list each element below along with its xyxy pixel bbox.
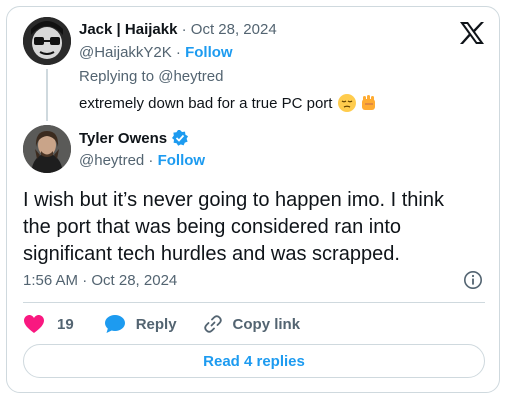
separator-dot: · bbox=[177, 21, 191, 38]
main-header: Tyler Owens bbox=[79, 129, 189, 147]
main-avatar[interactable] bbox=[23, 125, 71, 173]
flexed-hand-emoji bbox=[359, 93, 379, 113]
replying-to: Replying to @heytred bbox=[79, 68, 224, 85]
copy-link-label: Copy link bbox=[232, 315, 301, 333]
read-replies-label: Read 4 replies bbox=[203, 352, 305, 370]
copy-link-button[interactable]: Copy link bbox=[203, 314, 301, 334]
parent-text: extremely down bad for a true PC port bbox=[79, 94, 333, 112]
info-icon[interactable] bbox=[463, 270, 483, 290]
parent-handle[interactable]: @HaijakkY2K bbox=[79, 44, 172, 61]
parent-handle-row: @HaijakkY2K · Follow bbox=[79, 44, 233, 62]
main-handle-row: @heytred · Follow bbox=[79, 152, 205, 170]
tweet-body-line: I wish but it’s never going to happen im… bbox=[23, 189, 444, 211]
divider bbox=[23, 302, 485, 303]
main-follow-button[interactable]: Follow bbox=[158, 152, 206, 169]
parent-author-name[interactable]: Jack | Haijakk bbox=[79, 21, 177, 38]
tweet-body: I wish but it’s never going to happen im… bbox=[23, 187, 444, 268]
tweet-body-line: the port that was being considered ran i… bbox=[23, 216, 402, 238]
like-count: 19 bbox=[57, 315, 74, 333]
tweet-body-line: significant tech hurdles and was scrappe… bbox=[23, 243, 400, 265]
parent-follow-button[interactable]: Follow bbox=[185, 44, 233, 61]
heart-icon bbox=[23, 314, 45, 334]
main-handle[interactable]: @heytred bbox=[79, 152, 144, 169]
main-author-name[interactable]: Tyler Owens bbox=[79, 130, 167, 147]
thread-line bbox=[46, 69, 48, 121]
link-icon bbox=[203, 314, 223, 334]
parent-header: Jack | Haijakk · Oct 28, 2024 bbox=[79, 21, 277, 39]
separator-dot: · bbox=[144, 152, 158, 169]
parent-date[interactable]: Oct 28, 2024 bbox=[191, 21, 277, 38]
read-replies-button[interactable]: Read 4 replies bbox=[23, 344, 485, 378]
verified-badge-icon bbox=[171, 129, 189, 147]
parent-avatar[interactable] bbox=[23, 17, 71, 65]
reply-button[interactable]: Reply bbox=[104, 314, 177, 334]
reply-label: Reply bbox=[135, 315, 177, 333]
x-logo-icon[interactable] bbox=[459, 21, 485, 45]
tweet-timestamp[interactable]: 1:56 AM · Oct 28, 2024 bbox=[23, 272, 177, 289]
like-button[interactable]: 19 bbox=[23, 314, 74, 334]
separator-dot: · bbox=[171, 44, 186, 61]
parent-tweet-text: extremely down bad for a true PC port bbox=[79, 93, 379, 113]
pensive-face-emoji bbox=[337, 93, 357, 113]
tweet-card: Jack | Haijakk · Oct 28, 2024 @HaijakkY2… bbox=[6, 6, 500, 393]
actions-row: 19 Reply Copy link bbox=[23, 312, 300, 336]
reply-bubble-icon bbox=[104, 314, 126, 334]
